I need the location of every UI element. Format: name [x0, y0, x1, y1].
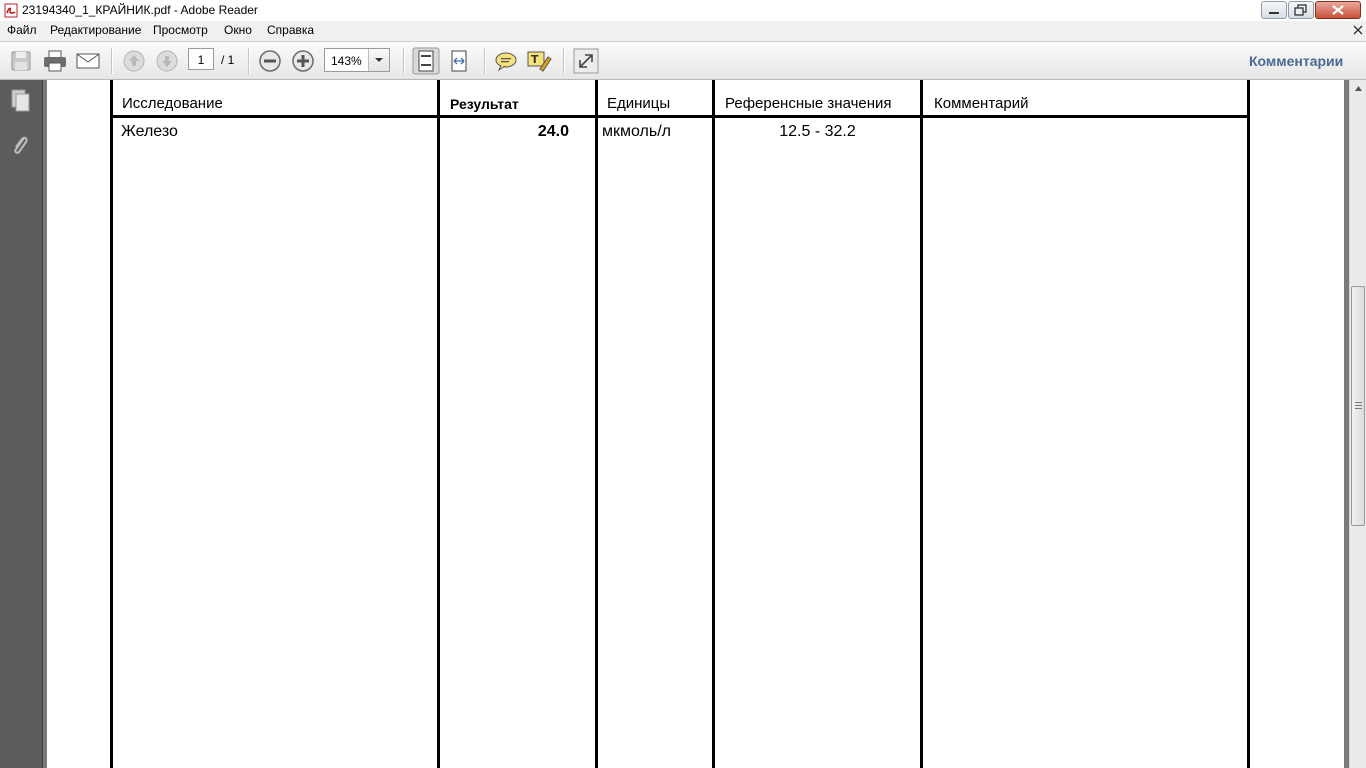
attachments-panel-button[interactable] — [8, 132, 32, 163]
highlight-icon: T — [527, 51, 552, 72]
restore-button[interactable] — [1288, 1, 1314, 19]
zoom-out-icon — [259, 50, 281, 72]
scroll-up-arrow-icon[interactable] — [1351, 81, 1366, 96]
next-page-icon — [156, 50, 178, 72]
table-border — [712, 80, 715, 768]
restore-icon — [1294, 4, 1307, 16]
menu-edit[interactable]: Редактирование — [50, 23, 141, 37]
column-header-test: Исследование — [122, 95, 223, 112]
fit-width-button[interactable] — [447, 49, 471, 73]
pdf-file-icon — [4, 3, 18, 18]
save-icon — [11, 51, 31, 71]
column-header-comment: Комментарий — [934, 95, 1029, 112]
cell-reference: 12.5 - 32.2 — [779, 123, 856, 140]
fit-page-button[interactable] — [412, 47, 440, 75]
comments-pane-button[interactable]: Комментарии — [1249, 53, 1343, 69]
vertical-scrollbar[interactable] — [1349, 80, 1366, 768]
menu-view[interactable]: Просмотр — [153, 23, 208, 37]
close-button[interactable] — [1315, 1, 1361, 19]
table-border — [110, 80, 113, 768]
attachments-icon — [14, 136, 28, 154]
comment-icon — [495, 52, 517, 72]
column-header-reference: Референсные значения — [725, 95, 892, 112]
zoom-in-icon — [292, 50, 314, 72]
pages-panel-button[interactable] — [8, 88, 32, 119]
cell-result: 24.0 — [537, 123, 569, 140]
grip-icon — [1355, 402, 1362, 409]
zoom-out-button[interactable] — [258, 49, 282, 73]
save-button[interactable] — [9, 49, 33, 73]
next-page-button[interactable] — [155, 49, 179, 73]
cell-test: Железо — [121, 123, 178, 140]
sticky-note-button[interactable] — [494, 50, 518, 72]
minimize-button[interactable] — [1261, 1, 1287, 19]
menu-file[interactable]: Файл — [7, 23, 37, 37]
expand-button[interactable] — [573, 48, 599, 74]
menu-window[interactable]: Окно — [224, 23, 252, 37]
menu-bar: Файл Редактирование Просмотр Окно Справк… — [0, 21, 1366, 42]
svg-text:T: T — [531, 53, 539, 66]
menu-help[interactable]: Справка — [267, 23, 314, 37]
table-border — [437, 80, 440, 768]
table-border — [595, 80, 598, 768]
column-header-result: Результат — [450, 96, 519, 112]
zoom-select[interactable]: 143% — [324, 48, 390, 72]
pdf-page: Исследование Результат Единицы Референсн… — [47, 80, 1344, 768]
table-border — [920, 80, 923, 768]
window-title: 23194340_1_КРАЙНИК.pdf - Adobe Reader — [22, 3, 258, 17]
close-icon — [1332, 5, 1344, 15]
fit-width-icon — [451, 50, 467, 72]
fit-page-icon — [412, 47, 440, 75]
print-icon — [44, 50, 66, 72]
print-button[interactable] — [42, 49, 68, 73]
chevron-down-icon — [375, 58, 383, 62]
cell-units: мкмоль/л — [602, 123, 671, 140]
header-separator — [110, 115, 1250, 118]
scrollbar-thumb[interactable] — [1351, 286, 1365, 526]
document-view[interactable]: Исследование Результат Единицы Референсн… — [43, 80, 1349, 768]
page-total: / 1 — [221, 53, 235, 67]
title-bar: 23194340_1_КРАЙНИК.pdf - Adobe Reader — [0, 0, 1366, 22]
email-icon — [76, 53, 100, 69]
minimize-icon — [1269, 12, 1279, 14]
column-header-units: Единицы — [607, 95, 671, 112]
zoom-value[interactable]: 143% — [331, 54, 362, 68]
expand-icon — [573, 48, 599, 74]
pages-icon — [11, 89, 30, 112]
zoom-dropdown-button[interactable] — [368, 49, 389, 71]
navigation-pane — [0, 80, 43, 768]
page-number-input[interactable]: 1 — [188, 48, 214, 70]
table-border — [1247, 80, 1250, 768]
email-button[interactable] — [75, 50, 101, 72]
prev-page-button[interactable] — [122, 49, 146, 73]
zoom-in-button[interactable] — [291, 49, 315, 73]
close-document-icon[interactable] — [1352, 24, 1364, 36]
prev-page-icon — [123, 50, 145, 72]
highlight-button[interactable]: T — [526, 49, 552, 73]
